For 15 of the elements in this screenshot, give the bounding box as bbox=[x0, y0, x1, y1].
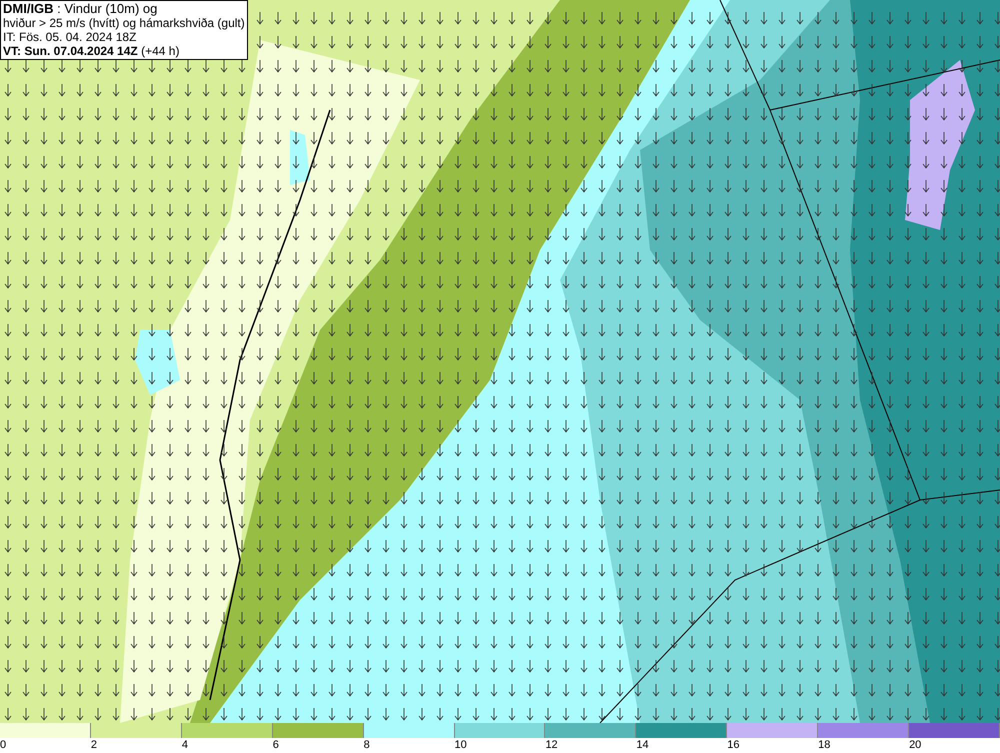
legend-label: 18 bbox=[818, 738, 830, 753]
legend-label: 16 bbox=[727, 738, 740, 753]
info-text: IT: Fös. 05. 04. 2024 18Z bbox=[3, 30, 138, 44]
legend-label: 20 bbox=[909, 738, 922, 753]
legend-label: 14 bbox=[636, 738, 649, 753]
info-text: DMI/IGB : Vindur (10m) og bbox=[3, 2, 158, 16]
legend-label: 4 bbox=[182, 738, 188, 753]
legend-label: 0 bbox=[0, 738, 6, 753]
info-text: VT: Sun. 07.04.2024 14Z (+44 h) bbox=[3, 44, 180, 58]
legend-label: 12 bbox=[545, 738, 558, 753]
legend-label: 2 bbox=[90, 738, 98, 753]
legend-label: 10 bbox=[454, 738, 467, 753]
legend-label: 6 bbox=[272, 738, 279, 753]
legend-label: 8 bbox=[364, 738, 370, 753]
info-text: hviður > 25 m/s (hvítt) og hámarkshviða (gult) bbox=[3, 16, 245, 30]
